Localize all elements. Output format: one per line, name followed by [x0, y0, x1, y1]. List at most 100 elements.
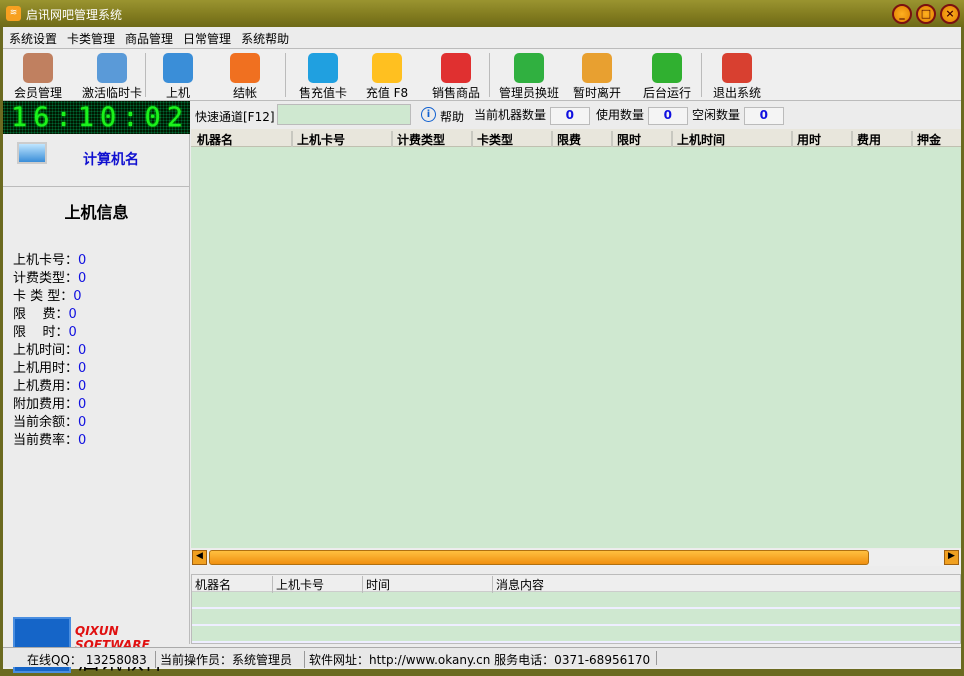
- machine-grid-body[interactable]: [191, 147, 961, 548]
- quick-channel-input[interactable]: [277, 104, 411, 125]
- grid-column-header[interactable]: 限费: [551, 131, 581, 148]
- star-icon: [372, 53, 402, 83]
- computer-icon: [17, 142, 47, 164]
- toolbar-button-10[interactable]: 退出系统: [705, 49, 769, 101]
- menu-system-settings[interactable]: 系统设置: [3, 27, 61, 47]
- grid-column-header[interactable]: 用时: [791, 131, 821, 148]
- menu-goods-management[interactable]: 商品管理: [119, 27, 177, 47]
- scroll-right-button[interactable]: ▶: [944, 550, 959, 565]
- session-field: 上机费用：0: [13, 375, 86, 394]
- main-window: 系统设置 卡类管理 商品管理 日常管理 系统帮助 会员管理 激活临时卡 上机 结帐 售充值卡 充值…: [3, 27, 961, 675]
- session-field: 限 费：0: [13, 303, 77, 322]
- grid-column-header[interactable]: 计费类型: [391, 131, 445, 148]
- cart-icon: [441, 53, 471, 83]
- scroll-thumb[interactable]: [209, 550, 869, 565]
- grid-column-header[interactable]: 限时: [611, 131, 641, 148]
- machine-grid-header: 机器名 上机卡号 计费类型 卡类型 限费 限时 上机时间 用时 费用 押金: [191, 129, 961, 148]
- toolbar-button-1[interactable]: 激活临时卡: [74, 49, 150, 101]
- message-column-header[interactable]: 机器名: [192, 576, 231, 593]
- message-column-header[interactable]: 上机卡号: [272, 576, 324, 593]
- field-label: 上机用时：: [13, 361, 79, 376]
- field-value: 0: [78, 379, 87, 394]
- led-clock: 16:10:02: [3, 101, 190, 134]
- field-label: 卡 类 型：: [13, 289, 74, 304]
- session-field: 上机用时：0: [13, 357, 86, 376]
- session-info-title: 上机信息: [3, 186, 190, 223]
- status-qq: 在线QQ： 13258083: [27, 653, 147, 667]
- member-icon: [23, 53, 53, 83]
- menu-daily-management[interactable]: 日常管理: [177, 27, 235, 47]
- window-title: 启讯网吧管理系统: [26, 8, 123, 22]
- menu-bar: 系统设置 卡类管理 商品管理 日常管理 系统帮助: [3, 27, 961, 47]
- toolbar-label: 退出系统: [712, 86, 761, 100]
- field-value: 0: [78, 397, 87, 412]
- field-value: 0: [68, 307, 77, 322]
- session-field: 当前余额：0: [13, 411, 86, 430]
- quick-bar: 快速通道[F12] i 帮助 当前机器数量 0 使用数量 0 空闲数量 0: [191, 101, 961, 129]
- menu-system-help[interactable]: 系统帮助: [235, 27, 293, 47]
- horizontal-scrollbar[interactable]: ◀ ▶: [191, 549, 961, 566]
- field-value: 0: [68, 325, 77, 340]
- toolbar-label: 充值 F8: [365, 86, 409, 100]
- info-icon[interactable]: i: [421, 107, 436, 122]
- field-label: 限 时：: [13, 325, 69, 340]
- grid-column-header[interactable]: 押金: [911, 131, 941, 148]
- help-link[interactable]: 帮助: [440, 108, 464, 125]
- field-label: 上机费用：: [13, 379, 79, 394]
- close-button[interactable]: ×: [940, 4, 960, 24]
- field-label: 上机时间：: [13, 343, 79, 358]
- field-value: 0: [78, 253, 87, 268]
- lock-icon: [582, 53, 612, 83]
- grid-column-header[interactable]: 上机卡号: [291, 131, 345, 148]
- idle-count: 0: [743, 106, 784, 125]
- field-label: 上机卡号：: [13, 253, 79, 268]
- toolbar-button-5[interactable]: 充值 F8: [358, 49, 416, 101]
- toolbar-label: 后台运行: [642, 86, 691, 100]
- total-count-label: 当前机器数量: [474, 108, 547, 122]
- toolbar-button-4[interactable]: 售充值卡: [291, 49, 355, 101]
- toolbar-label: 上机: [165, 86, 190, 100]
- maximize-button[interactable]: □: [916, 4, 936, 24]
- idle-count-label: 空闲数量: [692, 108, 741, 122]
- toolbar-button-9[interactable]: 后台运行: [635, 49, 699, 101]
- monitor-icon: [163, 53, 193, 83]
- session-field: 上机卡号：0: [13, 249, 86, 268]
- status-website[interactable]: 软件网址：http://www.okany.cn 服务电话：0371-68956…: [304, 651, 650, 668]
- toolbar-label: 销售商品: [431, 86, 480, 100]
- toolbar-button-8[interactable]: 暂时离开: [565, 49, 629, 101]
- field-value: 0: [78, 343, 87, 358]
- skype-card-icon: [308, 53, 338, 83]
- toolbar: 会员管理 激活临时卡 上机 结帐 售充值卡 充值 F8 销售商品 管理员换班 暂时离开 后台运行 退…: [3, 48, 961, 101]
- message-column-header[interactable]: 时间: [362, 576, 390, 593]
- field-value: 0: [78, 433, 87, 448]
- message-column-header[interactable]: 消息内容: [492, 576, 544, 593]
- grid-column-header[interactable]: 费用: [851, 131, 881, 148]
- toolbar-button-6[interactable]: 销售商品: [423, 49, 489, 101]
- field-label: 限 费：: [13, 307, 69, 322]
- toolbar-label: 激活临时卡: [81, 86, 142, 100]
- status-bar: 在线QQ： 13258083 当前操作员：系统管理员 软件网址：http://w…: [3, 647, 961, 668]
- grid-column-header[interactable]: 上机时间: [671, 131, 725, 148]
- minimize-button[interactable]: _: [892, 4, 912, 24]
- toolbar-button-7[interactable]: 管理员换班: [493, 49, 565, 101]
- field-label: 当前费率：: [13, 433, 79, 448]
- activate-card-icon: [97, 53, 127, 83]
- session-field: 附加费用：0: [13, 393, 86, 412]
- status-operator: 当前操作员：系统管理员: [155, 651, 292, 668]
- menu-card-management[interactable]: 卡类管理: [61, 27, 119, 47]
- grid-column-header[interactable]: 机器名: [193, 131, 233, 148]
- total-count: 0: [549, 106, 590, 125]
- scroll-left-button[interactable]: ◀: [192, 550, 207, 565]
- field-label: 当前余额：: [13, 415, 79, 430]
- computer-name: 计算机名: [83, 152, 139, 168]
- toolbar-separator: [701, 53, 702, 97]
- toolbar-label: 暂时离开: [572, 86, 621, 100]
- session-field: 卡 类 型：0: [13, 285, 82, 304]
- toolbar-button-3[interactable]: 结帐: [215, 49, 275, 101]
- toolbar-separator: [145, 53, 146, 97]
- toolbar-label: 结帐: [232, 86, 257, 100]
- toolbar-button-0[interactable]: 会员管理: [8, 49, 68, 101]
- grid-column-header[interactable]: 卡类型: [471, 131, 513, 148]
- toolbar-button-2[interactable]: 上机: [153, 49, 203, 101]
- toolbar-separator: [285, 53, 286, 97]
